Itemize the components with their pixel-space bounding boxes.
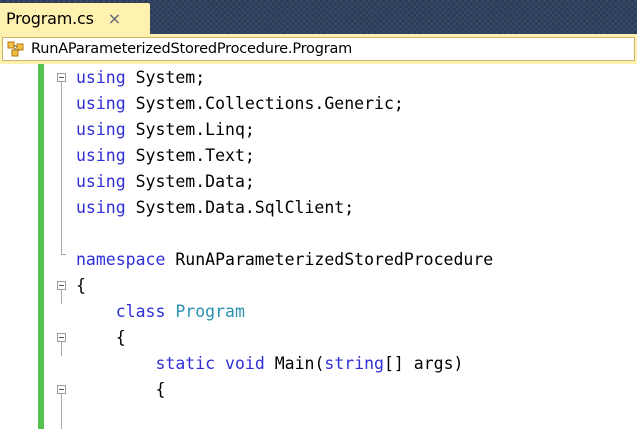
collapse-icon[interactable]: [57, 333, 66, 342]
collapse-icon[interactable]: [57, 385, 66, 394]
close-icon[interactable]: ×: [108, 10, 121, 27]
code-line: class Program: [76, 299, 245, 325]
code-token: [] args): [384, 354, 464, 373]
code-line: static void Main(string[] args): [76, 351, 463, 377]
editor-gutter: [0, 64, 38, 429]
code-token: System.Text;: [125, 146, 255, 165]
code-line: using System;: [76, 65, 205, 91]
type-dropdown[interactable]: RunAParameterizedStoredProcedure.Program: [2, 37, 635, 61]
outline-guide: [61, 342, 62, 356]
keyword-token: namespace: [76, 250, 166, 269]
code-line: {: [76, 273, 86, 299]
code-line: using System.Data.SqlClient;: [76, 195, 354, 221]
keyword-token: using: [76, 68, 126, 87]
code-token: Main(: [264, 354, 325, 373]
code-line: {: [76, 325, 126, 351]
code-token: System.Collections.Generic;: [125, 94, 404, 113]
keyword-token: class: [115, 302, 166, 321]
outline-guide: [61, 394, 62, 429]
keyword-token: using: [76, 198, 126, 217]
code-line: using System.Linq;: [76, 117, 255, 143]
keyword-token: void: [225, 354, 265, 373]
collapse-icon[interactable]: [57, 281, 66, 290]
keyword-token: using: [76, 120, 126, 139]
code-line: namespace RunAParameterizedStoredProcedu…: [76, 247, 493, 273]
code-line: {: [76, 377, 165, 403]
outline-guide-end: [61, 254, 66, 255]
class-icon: [7, 41, 24, 57]
code-token: RunAParameterizedStoredProcedure: [165, 250, 494, 269]
code-line: using System.Collections.Generic;: [76, 91, 404, 117]
keyword-token: static: [155, 354, 216, 373]
tab-title: Program.cs: [6, 9, 94, 28]
keyword-token: using: [76, 172, 126, 191]
code-token: System.Linq;: [125, 120, 255, 139]
type-path: RunAParameterizedStoredProcedure.Program: [31, 41, 353, 57]
outline-guide: [61, 290, 62, 304]
change-tracking-bar: [38, 64, 44, 429]
code-line: using System.Text;: [76, 143, 255, 169]
code-token: System.Data.SqlClient;: [125, 198, 355, 217]
document-tab-strip: Program.cs ×: [0, 0, 637, 34]
keyword-token: using: [76, 146, 126, 165]
keyword-token: string: [324, 354, 384, 373]
code-token: System;: [125, 68, 206, 87]
code-editor[interactable]: using System; using System.Collections.Ge…: [0, 64, 637, 429]
outline-guide: [61, 82, 62, 255]
code-token: {: [76, 380, 166, 399]
keyword-token: using: [76, 94, 126, 113]
code-token: System.Data;: [125, 172, 255, 191]
navigation-bar: RunAParameterizedStoredProcedure.Program: [0, 34, 637, 64]
code-token: {: [76, 328, 126, 347]
collapse-icon[interactable]: [57, 73, 66, 82]
code-line: using System.Data;: [76, 169, 255, 195]
tab-program-cs[interactable]: Program.cs ×: [0, 3, 150, 34]
type-token: Program: [175, 302, 245, 321]
code-token: {: [76, 276, 86, 295]
